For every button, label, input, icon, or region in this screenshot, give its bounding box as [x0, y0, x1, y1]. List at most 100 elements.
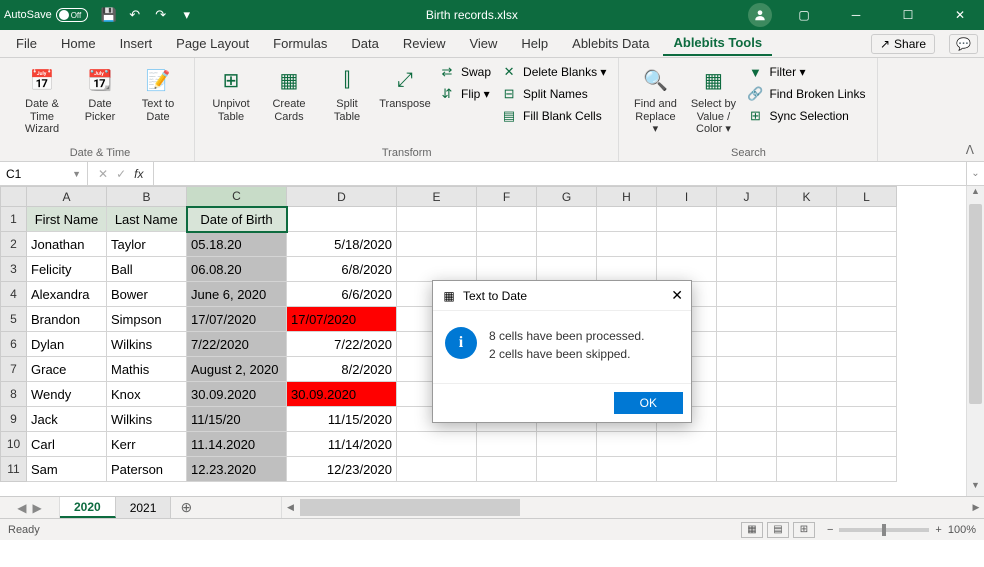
- cell[interactable]: 11/15/2020: [287, 407, 397, 432]
- cell[interactable]: First Name: [27, 207, 107, 232]
- cell[interactable]: Wilkins: [107, 332, 187, 357]
- cell[interactable]: [477, 432, 537, 457]
- cell[interactable]: [717, 307, 777, 332]
- cell[interactable]: [657, 207, 717, 232]
- cell[interactable]: [777, 307, 837, 332]
- cell[interactable]: 12.23.2020: [187, 457, 287, 482]
- cell[interactable]: 11/14/2020: [287, 432, 397, 457]
- cell[interactable]: [837, 432, 897, 457]
- row-header[interactable]: 8: [1, 382, 27, 407]
- cell[interactable]: 30.09.2020: [187, 382, 287, 407]
- col-header-F[interactable]: F: [477, 187, 537, 207]
- cell[interactable]: [777, 382, 837, 407]
- ok-button[interactable]: OK: [614, 392, 683, 414]
- cell[interactable]: 17/07/2020: [287, 307, 397, 332]
- cell[interactable]: Knox: [107, 382, 187, 407]
- cell[interactable]: [717, 257, 777, 282]
- text-to-date-button[interactable]: 📝Text to Date: [130, 62, 186, 125]
- user-avatar[interactable]: [748, 3, 772, 27]
- cell[interactable]: [657, 257, 717, 282]
- page-break-button[interactable]: ⊞: [793, 522, 815, 538]
- cell[interactable]: [537, 257, 597, 282]
- cell[interactable]: [717, 357, 777, 382]
- ribbon-display-icon[interactable]: ▢: [784, 1, 824, 29]
- date-time-wizard-button[interactable]: 📅Date & Time Wizard: [14, 62, 70, 138]
- ribbon-tab-data[interactable]: Data: [341, 32, 388, 55]
- sheet-tab-2021[interactable]: 2021: [116, 497, 172, 518]
- cell[interactable]: Kerr: [107, 432, 187, 457]
- cell[interactable]: [477, 257, 537, 282]
- cell[interactable]: 7/22/2020: [187, 332, 287, 357]
- row-header[interactable]: 7: [1, 357, 27, 382]
- cell[interactable]: [657, 432, 717, 457]
- cell[interactable]: 30.09.2020: [287, 382, 397, 407]
- row-header[interactable]: 2: [1, 232, 27, 257]
- collapse-ribbon-icon[interactable]: ᐱ: [966, 143, 974, 157]
- cell[interactable]: Wendy: [27, 382, 107, 407]
- cell[interactable]: [397, 207, 477, 232]
- sync-selection-button[interactable]: ⊞Sync Selection: [743, 106, 869, 126]
- cell[interactable]: [777, 257, 837, 282]
- ribbon-tab-view[interactable]: View: [459, 32, 507, 55]
- cell[interactable]: Simpson: [107, 307, 187, 332]
- ribbon-tab-insert[interactable]: Insert: [110, 32, 163, 55]
- zoom-control[interactable]: − + 100%: [827, 524, 976, 536]
- maximize-button[interactable]: ☐: [888, 1, 928, 29]
- toggle-switch[interactable]: Off: [56, 8, 88, 22]
- cell[interactable]: Jonathan: [27, 232, 107, 257]
- cell[interactable]: 05.18.20: [187, 232, 287, 257]
- row-header[interactable]: 6: [1, 332, 27, 357]
- cell[interactable]: [477, 457, 537, 482]
- cell[interactable]: [397, 232, 477, 257]
- zoom-out-button[interactable]: −: [827, 524, 833, 536]
- add-sheet-button[interactable]: ⊕: [171, 497, 201, 518]
- cell[interactable]: [777, 407, 837, 432]
- date-picker-button[interactable]: 📆Date Picker: [72, 62, 128, 125]
- select-by-value-color--button[interactable]: ▦Select by Value / Color ▾: [685, 62, 741, 138]
- cell[interactable]: [837, 457, 897, 482]
- row-header[interactable]: 9: [1, 407, 27, 432]
- ribbon-tab-review[interactable]: Review: [393, 32, 456, 55]
- cell[interactable]: [777, 232, 837, 257]
- cell[interactable]: [597, 432, 657, 457]
- ribbon-tab-home[interactable]: Home: [51, 32, 106, 55]
- close-button[interactable]: ✕: [940, 1, 980, 29]
- cell[interactable]: Date of Birth: [187, 207, 287, 232]
- cell[interactable]: [837, 382, 897, 407]
- cell[interactable]: [717, 207, 777, 232]
- cell[interactable]: [717, 457, 777, 482]
- cell[interactable]: [777, 207, 837, 232]
- cell[interactable]: August 2, 2020: [187, 357, 287, 382]
- cell[interactable]: [597, 257, 657, 282]
- cell[interactable]: [397, 257, 477, 282]
- ribbon-tab-page-layout[interactable]: Page Layout: [166, 32, 259, 55]
- cell[interactable]: Wilkins: [107, 407, 187, 432]
- cell[interactable]: 17/07/2020: [187, 307, 287, 332]
- cell[interactable]: [777, 432, 837, 457]
- row-header[interactable]: 1: [1, 207, 27, 232]
- scroll-down-icon[interactable]: ▼: [967, 480, 984, 496]
- cell[interactable]: [537, 207, 597, 232]
- cell[interactable]: [537, 457, 597, 482]
- col-header-J[interactable]: J: [717, 187, 777, 207]
- cell[interactable]: Brandon: [27, 307, 107, 332]
- row-header[interactable]: 3: [1, 257, 27, 282]
- cell[interactable]: Last Name: [107, 207, 187, 232]
- cell[interactable]: [397, 432, 477, 457]
- normal-view-button[interactable]: ▦: [741, 522, 763, 538]
- col-header-K[interactable]: K: [777, 187, 837, 207]
- dialog-titlebar[interactable]: ▦ Text to Date ✕: [433, 281, 691, 311]
- col-header-I[interactable]: I: [657, 187, 717, 207]
- cell[interactable]: [837, 407, 897, 432]
- minimize-button[interactable]: ─: [836, 1, 876, 29]
- cell[interactable]: Mathis: [107, 357, 187, 382]
- undo-icon[interactable]: ↶: [126, 6, 144, 24]
- swap-button[interactable]: ⇄Swap: [435, 62, 495, 82]
- find-broken-links-button[interactable]: 🔗Find Broken Links: [743, 84, 869, 104]
- scroll-up-icon[interactable]: ▲: [967, 186, 984, 202]
- name-box[interactable]: C1▼: [0, 162, 88, 185]
- split-names-button[interactable]: ⊟Split Names: [497, 84, 610, 104]
- fill-blank-cells-button[interactable]: ▤Fill Blank Cells: [497, 106, 610, 126]
- cell[interactable]: 6/8/2020: [287, 257, 397, 282]
- cell[interactable]: Carl: [27, 432, 107, 457]
